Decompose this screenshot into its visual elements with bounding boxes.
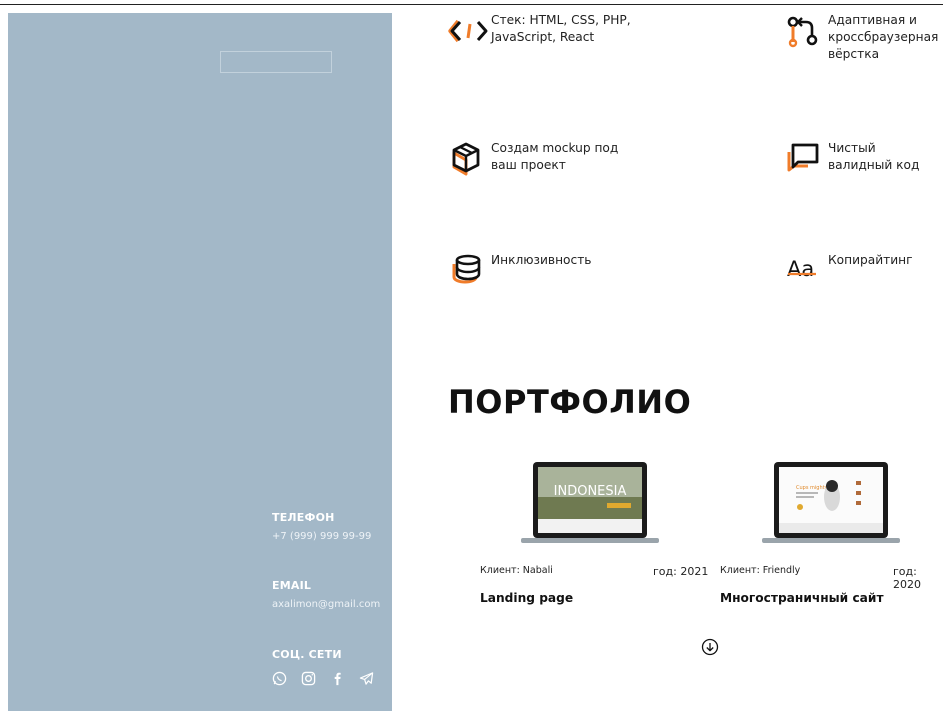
arrow-down-circle-icon — [701, 638, 719, 660]
phone-label: ТЕЛЕФОН — [272, 511, 335, 524]
email-block: EMAIL axalimon@gmail.com — [272, 579, 380, 610]
feature-mockup-text: Создам mockup под ваш проект — [491, 141, 619, 172]
portfolio-item-2-client: Клиент: Friendly — [720, 565, 801, 576]
portfolio-item-2-image[interactable]: Cups mighty — [760, 461, 902, 550]
code-brackets-icon — [447, 12, 491, 52]
socials-label: СОЦ. СЕТИ — [272, 648, 342, 661]
portfolio-item-2-type[interactable]: Многостраничный сайт — [720, 591, 884, 605]
telegram-icon[interactable] — [359, 671, 374, 686]
portfolio-item-2-year: год: 2020 — [893, 565, 921, 591]
social-icons — [272, 671, 374, 686]
facebook-icon[interactable] — [330, 671, 345, 686]
portfolio-item-1-year: год: 2021 — [653, 565, 709, 578]
portfolio-item-1-client: Клиент: Nabali — [480, 565, 553, 576]
svg-text:INDONESIA: INDONESIA — [554, 484, 627, 499]
email-value[interactable]: axalimon@gmail.com — [272, 599, 380, 610]
phone-value[interactable]: +7 (999) 999 99-99 — [272, 531, 371, 542]
scroll-down-button[interactable] — [701, 638, 719, 656]
feature-copywriting: Aa Копирайтинг — [784, 252, 943, 292]
sidebar-placeholder-box — [220, 51, 332, 73]
svg-text:Aa: Aa — [787, 257, 814, 281]
feature-stack: Стек: HTML, CSS, PHP, JavaScript, React — [447, 12, 631, 52]
whatsapp-icon[interactable] — [272, 671, 287, 686]
git-branch-icon — [784, 12, 828, 52]
feature-inclusive-text: Инклюзивность — [491, 253, 592, 267]
socials-block: СОЦ. СЕТИ — [272, 648, 374, 686]
feature-stack-text: Стек: HTML, CSS, PHP, JavaScript, React — [491, 13, 631, 44]
feature-inclusive: Инклюзивность — [447, 252, 631, 292]
feature-clean-code: Чистый валидный код — [784, 140, 943, 180]
portfolio-item-1-image[interactable]: INDONESIA — [519, 461, 661, 550]
feature-mockup: Создам mockup под ваш проект — [447, 140, 631, 180]
feature-copywriting-text: Копирайтинг — [828, 253, 913, 267]
feature-responsive: Адаптивная и кроссбраузерная вёрстка — [784, 12, 943, 63]
email-label: EMAIL — [272, 579, 312, 592]
portfolio-item-1-type[interactable]: Landing page — [480, 591, 573, 605]
database-icon — [447, 252, 491, 292]
typography-icon: Aa — [784, 252, 828, 292]
sidebar: ТЕЛЕФОН +7 (999) 999 99-99 EMAIL axalimo… — [8, 13, 392, 711]
svg-text:Cups mighty: Cups mighty — [796, 485, 828, 491]
feature-clean-code-text: Чистый валидный код — [828, 141, 920, 172]
top-divider — [0, 4, 943, 5]
instagram-icon[interactable] — [301, 671, 316, 686]
feature-responsive-text: Адаптивная и кроссбраузерная вёрстка — [828, 13, 939, 61]
chat-bubble-icon — [784, 140, 828, 180]
phone-block: ТЕЛЕФОН +7 (999) 999 99-99 — [272, 511, 371, 542]
cube-icon — [447, 140, 491, 180]
portfolio-title: ПОРТФОЛИО — [448, 383, 692, 421]
